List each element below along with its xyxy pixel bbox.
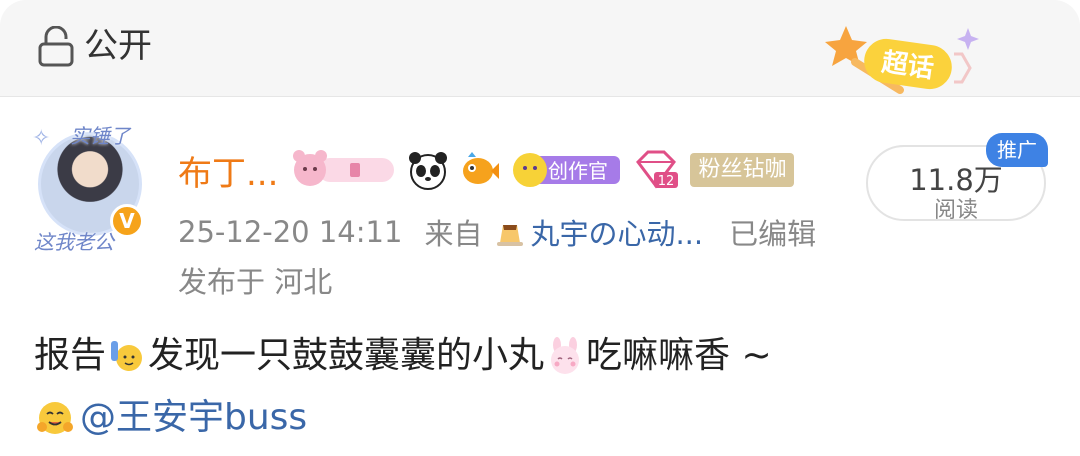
creator-badge[interactable]: 创作官 — [512, 150, 622, 190]
svg-text:创作官: 创作官 — [548, 159, 608, 183]
edited-label[interactable]: 已编辑 — [729, 211, 816, 253]
verified-icon: V — [110, 204, 144, 238]
avatar-frame-bottom-text: 这我老公 — [34, 230, 114, 254]
mention-link[interactable]: @王安宇buss — [80, 392, 307, 444]
pudding-icon — [497, 225, 524, 246]
post-text-part3: 吃嘛嘛香 ~ — [586, 335, 772, 376]
location-text: 发布于 河北 — [178, 265, 333, 299]
panda-icon[interactable] — [408, 150, 448, 190]
post-text: 报告 发现一只鼓鼓囊囊的小丸 吃嘛嘛香 ~ — [34, 330, 772, 382]
source-from-label: 来自 — [424, 217, 483, 251]
source-app-link[interactable]: 丸宇の心动... — [530, 211, 703, 253]
post-text-part2: 发现一只鼓鼓囊囊的小丸 — [148, 335, 545, 376]
fans-badge[interactable]: 粉丝钻咖 — [690, 153, 795, 187]
bunny-emoji-icon — [551, 337, 580, 374]
hug-emoji-icon — [37, 402, 73, 434]
post-text-part1: 报告 — [34, 335, 107, 376]
lock-icon — [38, 26, 74, 67]
svg-text:12: 12 — [658, 174, 675, 189]
avatar-frame[interactable]: ✧ 实锤了 这我老公 V — [30, 120, 150, 254]
mention-row: @王安宇buss — [34, 392, 307, 444]
meta-row: 25-12-20 14:11 来自 丸宇の心动... 已编辑 — [178, 210, 816, 254]
level-diamond-icon[interactable]: 12 — [634, 150, 679, 190]
read-label: 阅读 — [933, 198, 978, 223]
bear-badge-icon[interactable] — [292, 150, 396, 190]
fish-icon[interactable] — [460, 150, 500, 190]
sparkle-icon: ✧ — [32, 126, 51, 151]
header-divider — [0, 96, 1080, 97]
username[interactable]: 布丁... — [178, 146, 278, 195]
promo-tag: 推广 — [986, 133, 1048, 167]
top-bar: 公开 超话 — [0, 0, 1080, 96]
avatar-frame-top-text: 实锤了 — [70, 124, 130, 148]
raise-hand-emoji-icon — [111, 341, 143, 371]
visibility-label[interactable]: 公开 — [84, 24, 152, 68]
name-row: 布丁... 创作官 12 粉丝钻咖 — [178, 146, 795, 195]
supertopic-button[interactable]: 超话 — [820, 20, 990, 96]
post-timestamp: 25-12-20 14:11 — [178, 215, 403, 249]
star-icon — [825, 26, 867, 66]
